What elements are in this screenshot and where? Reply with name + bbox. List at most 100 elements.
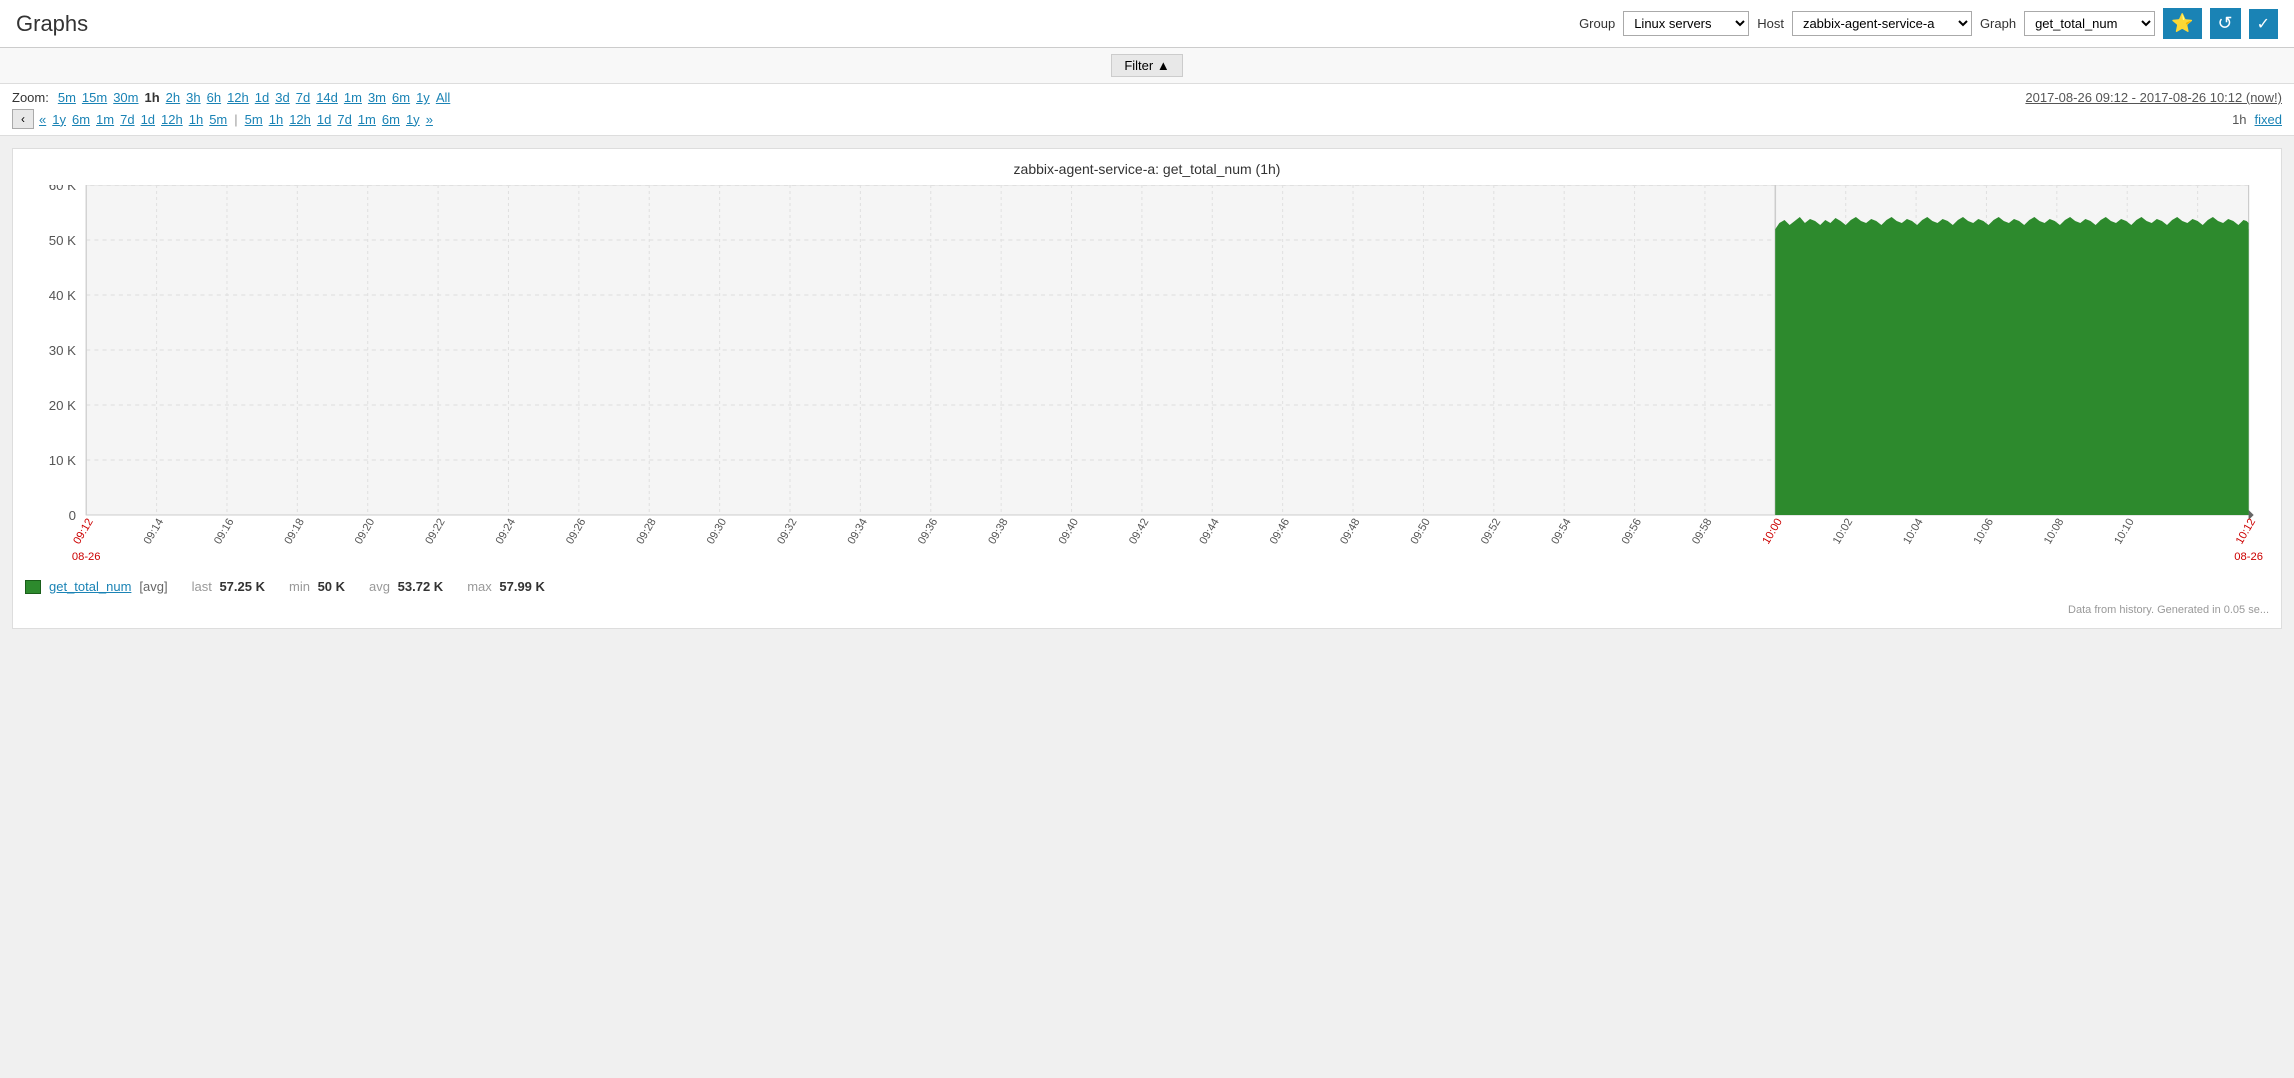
zoom-12h[interactable]: 12h [227, 90, 249, 105]
nav-1y-right[interactable]: 1y [406, 112, 420, 127]
kiosk-button[interactable]: ✓ [2249, 9, 2278, 39]
group-select[interactable]: Linux servers [1623, 11, 1749, 36]
zoom-row: Zoom: 5m 15m 30m 1h 2h 3h 6h 12h 1d 3d 7… [12, 90, 2282, 105]
min-value: 50 K [318, 579, 345, 594]
svg-text:50 K: 50 K [49, 233, 77, 248]
chart-area: zabbix-agent-service-a: get_total_num (1… [12, 148, 2282, 629]
svg-text:09:32: 09:32 [775, 517, 800, 547]
nav-double-right[interactable]: » [426, 112, 433, 127]
zoom-15m[interactable]: 15m [82, 90, 107, 105]
header-bar: Graphs Group Linux servers Host zabbix-a… [0, 0, 2294, 48]
svg-text:60 K: 60 K [49, 185, 77, 193]
svg-text:08-26: 08-26 [2234, 551, 2263, 563]
zoom-6h[interactable]: 6h [207, 90, 221, 105]
host-select[interactable]: zabbix-agent-service-a [1792, 11, 1972, 36]
nav-1m-left[interactable]: 1m [96, 112, 114, 127]
zoom-left: Zoom: 5m 15m 30m 1h 2h 3h 6h 12h 1d 3d 7… [12, 90, 453, 105]
svg-text:08-26: 08-26 [72, 551, 101, 563]
nav-1d-left[interactable]: 1d [141, 112, 155, 127]
svg-text:09:18: 09:18 [282, 517, 307, 547]
legend-max: max 57.99 K [467, 579, 545, 594]
nav-12h-right[interactable]: 12h [289, 112, 311, 127]
fixed-link[interactable]: fixed [2255, 112, 2282, 127]
min-label: min [289, 579, 310, 594]
time-display: 1h [2232, 112, 2246, 127]
nav-7d-left[interactable]: 7d [120, 112, 134, 127]
svg-text:20 K: 20 K [49, 398, 77, 413]
refresh-button[interactable]: ↺ [2210, 8, 2241, 39]
svg-text:10:06: 10:06 [1972, 517, 1997, 547]
svg-text:09:24: 09:24 [494, 517, 519, 547]
zoom-2h[interactable]: 2h [166, 90, 180, 105]
host-label: Host [1757, 16, 1784, 31]
svg-text:09:14: 09:14 [142, 517, 167, 547]
svg-text:0: 0 [69, 508, 76, 523]
nav-back-button[interactable]: ‹ [12, 109, 34, 129]
nav-5m-left[interactable]: 5m [209, 112, 227, 127]
svg-text:10:10: 10:10 [2112, 517, 2137, 547]
svg-text:09:40: 09:40 [1057, 517, 1082, 547]
svg-text:09:52: 09:52 [1479, 517, 1504, 547]
svg-text:30 K: 30 K [49, 343, 77, 358]
zoom-30m[interactable]: 30m [113, 90, 138, 105]
nav-1m-right[interactable]: 1m [358, 112, 376, 127]
nav-1d-right[interactable]: 1d [317, 112, 331, 127]
svg-text:09:22: 09:22 [423, 517, 448, 547]
svg-text:10:12: 10:12 [2234, 517, 2259, 547]
zoom-1h[interactable]: 1h [145, 90, 160, 105]
svg-text:09:48: 09:48 [1338, 517, 1363, 547]
svg-text:40 K: 40 K [49, 288, 77, 303]
nav-double-left[interactable]: « [39, 112, 46, 127]
max-label: max [467, 579, 492, 594]
legend-last: last 57.25 K [192, 579, 265, 594]
zoom-3h[interactable]: 3h [186, 90, 200, 105]
svg-text:09:34: 09:34 [845, 517, 870, 547]
graph-label: Graph [1980, 16, 2016, 31]
nav-12h-left[interactable]: 12h [161, 112, 183, 127]
svg-text:09:36: 09:36 [916, 517, 941, 547]
page-title: Graphs [16, 11, 1567, 37]
nav-6m-left[interactable]: 6m [72, 112, 90, 127]
nav-row: ‹ « 1y 6m 1m 7d 1d 12h 1h 5m | 5m 1h 12h… [12, 109, 2282, 129]
svg-text:09:38: 09:38 [986, 517, 1011, 547]
svg-text:09:44: 09:44 [1197, 517, 1222, 547]
zoom-3d[interactable]: 3d [275, 90, 289, 105]
star-button[interactable]: ⭐ [2163, 8, 2201, 39]
zoom-14d[interactable]: 14d [316, 90, 338, 105]
legend-name[interactable]: get_total_num [49, 579, 131, 594]
zoom-all[interactable]: All [436, 90, 450, 105]
zoom-3m[interactable]: 3m [368, 90, 386, 105]
nav-5m-right[interactable]: 5m [245, 112, 263, 127]
chart-container: 60 K 50 K 40 K 30 K 20 K 10 K 0 [25, 185, 2269, 565]
svg-text:09:42: 09:42 [1127, 517, 1152, 547]
svg-text:10:08: 10:08 [2042, 517, 2067, 547]
svg-text:09:56: 09:56 [1620, 517, 1645, 547]
svg-text:10:00: 10:00 [1760, 517, 1785, 547]
nav-left: ‹ « 1y 6m 1m 7d 1d 12h 1h 5m | 5m 1h 12h… [12, 109, 436, 129]
filter-button[interactable]: Filter ▲ [1111, 54, 1182, 77]
nav-right: 1h fixed [2232, 112, 2282, 127]
graph-select[interactable]: get_total_num [2024, 11, 2155, 36]
nav-1y-left[interactable]: 1y [52, 112, 66, 127]
nav-7d-right[interactable]: 7d [337, 112, 351, 127]
time-range: 2017-08-26 09:12 - 2017-08-26 10:12 (now… [2025, 90, 2282, 105]
legend-color-box [25, 580, 41, 594]
zoom-6m[interactable]: 6m [392, 90, 410, 105]
nav-1h-left[interactable]: 1h [189, 112, 203, 127]
legend-area: get_total_num [avg] last 57.25 K min 50 … [25, 573, 2269, 600]
avg-label: avg [369, 579, 390, 594]
chart-svg: 60 K 50 K 40 K 30 K 20 K 10 K 0 [25, 185, 2269, 565]
zoom-7d[interactable]: 7d [296, 90, 310, 105]
zoom-1y[interactable]: 1y [416, 90, 430, 105]
header-controls: Group Linux servers Host zabbix-agent-se… [1579, 8, 2278, 39]
nav-6m-right[interactable]: 6m [382, 112, 400, 127]
legend-avg: avg 53.72 K [369, 579, 443, 594]
zoom-1m[interactable]: 1m [344, 90, 362, 105]
max-value: 57.99 K [499, 579, 545, 594]
svg-text:09:30: 09:30 [705, 517, 730, 547]
zoom-5m[interactable]: 5m [58, 90, 76, 105]
nav-1h-right[interactable]: 1h [269, 112, 283, 127]
controls-bar: Zoom: 5m 15m 30m 1h 2h 3h 6h 12h 1d 3d 7… [0, 84, 2294, 136]
zoom-1d[interactable]: 1d [255, 90, 269, 105]
svg-text:10 K: 10 K [49, 453, 77, 468]
